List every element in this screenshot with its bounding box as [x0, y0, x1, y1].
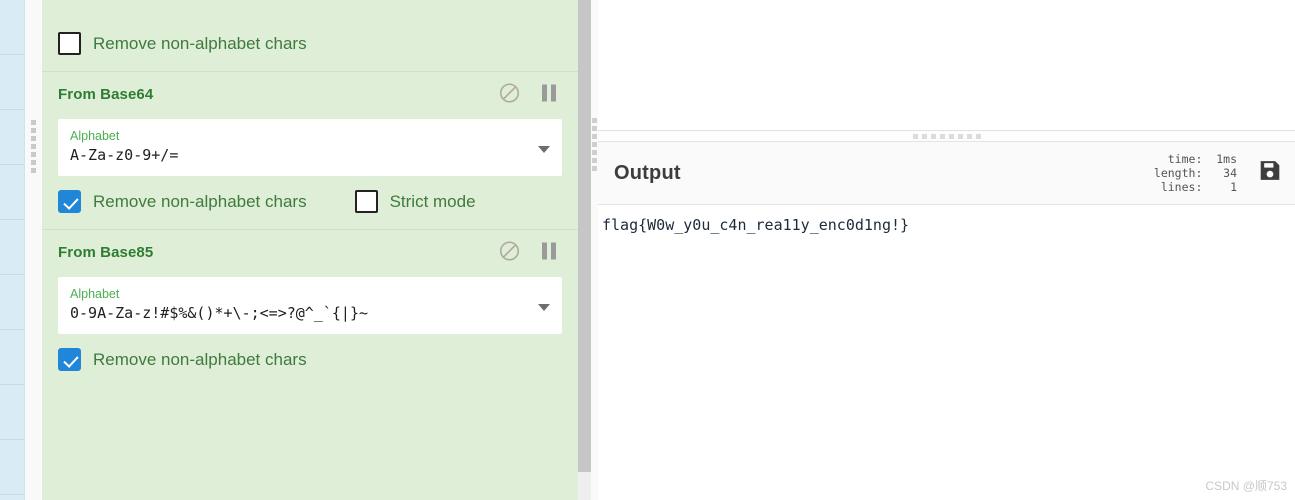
- recipe-io-splitter[interactable]: [591, 0, 598, 500]
- recipe-operation-from-base85[interactable]: From Base85 Alphabet 0-9A-Za-z!#$%&()*+\…: [42, 229, 578, 387]
- recipe-scrollbar[interactable]: [578, 0, 591, 500]
- checkbox-box-icon[interactable]: [58, 190, 81, 213]
- drag-handle-icon[interactable]: [31, 120, 36, 173]
- operations-list-row[interactable]: [0, 385, 24, 440]
- cyberchef-window: Remove non-alphabet chars From Base64 Al…: [0, 0, 1295, 500]
- operations-list-row[interactable]: [0, 55, 24, 110]
- drag-handle-icon[interactable]: [912, 133, 981, 139]
- operation-title: From Base64: [58, 86, 154, 103]
- checkbox-label: Remove non-alphabet chars: [93, 33, 307, 53]
- chevron-down-icon[interactable]: [538, 303, 550, 311]
- argument-alphabet[interactable]: Alphabet 0-9A-Za-z!#$%&()*+\-;<=>?@^_`{|…: [58, 277, 562, 334]
- argument-value[interactable]: 0-9A-Za-z!#$%&()*+\-;<=>?@^_`{|}~: [70, 302, 528, 324]
- output-panel: Output time: 1ms length: 34 lines: 1 fla…: [598, 141, 1295, 500]
- no-entry-icon[interactable]: [499, 240, 520, 261]
- recipe-operation-from-base64[interactable]: From Base64 Alphabet A-Za-z0-9+/= Remove…: [42, 71, 578, 229]
- checkbox-box-icon[interactable]: [58, 32, 81, 55]
- output-text[interactable]: flag{W0w_y0u_c4n_rea11y_enc0d1ng!}: [598, 205, 1295, 235]
- operation-header: From Base85: [42, 230, 578, 271]
- operations-list-row[interactable]: [0, 440, 24, 495]
- output-stat-time: time: 1ms: [1153, 152, 1237, 166]
- checkbox-label: Strict mode: [389, 191, 476, 211]
- pause-icon[interactable]: [542, 84, 556, 101]
- argument-value[interactable]: A-Za-z0-9+/=: [70, 144, 528, 166]
- output-stats: time: 1ms length: 34 lines: 1: [1154, 152, 1237, 194]
- operations-list-row[interactable]: [0, 330, 24, 385]
- input-output-splitter[interactable]: [598, 131, 1295, 141]
- checkbox-box-icon[interactable]: [354, 190, 378, 213]
- operation-args-checkboxes: Remove non-alphabet chars Strict mode: [42, 176, 578, 229]
- operation-args-checkboxes: Remove non-alphabet chars: [42, 18, 578, 71]
- output-header: Output time: 1ms length: 34 lines: 1: [598, 142, 1295, 205]
- argument-alphabet[interactable]: Alphabet A-Za-z0-9+/=: [58, 119, 562, 176]
- operations-list-row[interactable]: [0, 165, 24, 220]
- watermark: CSDN @顺753: [1205, 479, 1287, 493]
- output-stat-length: length: 34: [1153, 166, 1237, 180]
- left-panel-splitter[interactable]: [25, 0, 42, 500]
- checkbox-label: Remove non-alphabet chars: [93, 349, 307, 369]
- argument-label: Alphabet: [70, 287, 120, 301]
- operations-list-partial[interactable]: [0, 0, 25, 500]
- chevron-down-icon[interactable]: [538, 145, 550, 153]
- operation-header: From Base64: [42, 72, 578, 113]
- operations-list-row[interactable]: [0, 0, 24, 55]
- checkbox-label: Remove non-alphabet chars: [93, 191, 307, 211]
- argument-label: Alphabet: [70, 129, 120, 143]
- drag-handle-icon[interactable]: [592, 118, 597, 171]
- io-column: Output time: 1ms length: 34 lines: 1 fla…: [598, 0, 1295, 500]
- operations-list-row[interactable]: [0, 220, 24, 275]
- recipe-panel[interactable]: Remove non-alphabet chars From Base64 Al…: [42, 0, 578, 500]
- checkbox-remove-non-alphabet-chars[interactable]: Remove non-alphabet chars: [58, 190, 307, 213]
- checkbox-box-icon[interactable]: [58, 348, 81, 371]
- checkbox-remove-non-alphabet-chars[interactable]: Remove non-alphabet chars: [58, 348, 307, 371]
- checkbox-strict-mode[interactable]: Strict mode: [354, 190, 476, 213]
- no-entry-icon[interactable]: [499, 82, 520, 103]
- checkbox-remove-non-alphabet-chars[interactable]: Remove non-alphabet chars: [58, 32, 307, 55]
- operations-list-row[interactable]: [0, 110, 24, 165]
- output-title: Output: [614, 161, 681, 184]
- save-disk-icon[interactable]: [1257, 158, 1283, 189]
- pause-icon[interactable]: [542, 242, 556, 259]
- input-panel[interactable]: [598, 0, 1295, 131]
- recipe-operation[interactable]: Remove non-alphabet chars: [42, 0, 578, 71]
- operation-controls: [499, 240, 556, 261]
- output-stat-lines: lines: 1: [1153, 180, 1237, 194]
- operation-args-checkboxes: Remove non-alphabet chars: [42, 334, 578, 387]
- recipe-scrollbar-thumb[interactable]: [578, 0, 591, 472]
- operation-title: From Base85: [58, 244, 154, 261]
- operation-controls: [499, 82, 556, 103]
- operations-list-row[interactable]: [0, 275, 24, 330]
